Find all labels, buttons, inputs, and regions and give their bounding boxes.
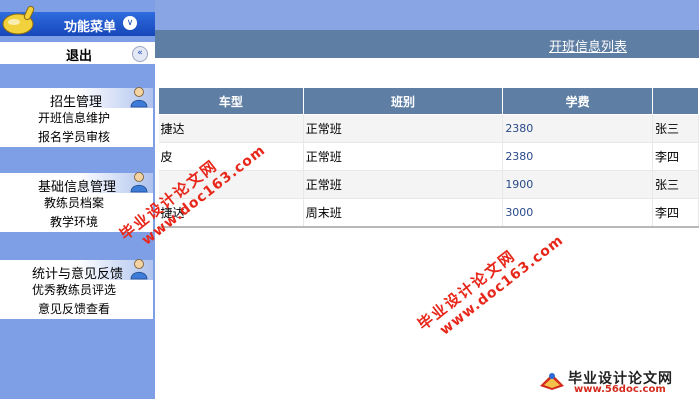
cell-tuition: 3000 [502, 198, 654, 227]
menu-group-enrollment: 招生管理 开班信息维护 报名学员审核 [0, 87, 153, 147]
group-title[interactable]: 基础信息管理 [38, 176, 116, 195]
cell-class-type: 周末班 [303, 198, 504, 227]
watermark: 毕业设计论文网 www.doc163.com [413, 216, 567, 347]
group-title[interactable]: 招生管理 [50, 91, 102, 110]
cell-tuition: 2380 [502, 114, 654, 143]
menu-item-label[interactable]: 报名学员审核 [38, 128, 110, 147]
menu-item-class-info[interactable]: 开班信息维护 [0, 109, 153, 128]
table-bottom-border [158, 226, 699, 228]
cell-class-type: 正常班 [303, 142, 504, 171]
menu-item-label[interactable]: 教学环境 [50, 213, 98, 232]
menu-title: 功能菜单 [64, 20, 117, 35]
page-title-bar: 开班信息列表 [155, 30, 699, 58]
table-header-row: 车型 班别 学费 [158, 87, 699, 115]
cell-class-type: 正常班 [303, 170, 504, 199]
menu-item-label[interactable]: 意见反馈查看 [38, 300, 110, 319]
column-header-extra [652, 87, 699, 115]
user-icon [130, 259, 148, 280]
cell-class-type: 正常班 [303, 114, 504, 143]
group-header-enrollment[interactable]: 招生管理 [0, 87, 153, 110]
sidebar: 功能菜单 ∨ 退出 « 招生管理 开班信息维护 报名学员审核 基础信息管理 教练… [0, 0, 155, 399]
menu-item-label[interactable]: 教练员档案 [44, 194, 104, 213]
book-logo-icon [540, 373, 564, 390]
cell-person: 李四 [652, 142, 699, 171]
cell-tuition: 1900 [502, 170, 654, 199]
cell-tuition: 2380 [502, 142, 654, 171]
hand-logo-icon [2, 5, 35, 35]
menu-item-feedback-view[interactable]: 意见反馈查看 [0, 300, 153, 319]
footer-site: www.56doc.com [574, 384, 666, 395]
column-header-car-type: 车型 [158, 87, 304, 115]
cell-person: 张三 [652, 170, 699, 199]
exit-button[interactable]: 退出 [66, 45, 92, 64]
watermark-text: 毕业设计论文网 [414, 246, 520, 334]
menu-item-label[interactable]: 优秀教练员评选 [32, 281, 116, 300]
cell-person: 李四 [652, 198, 699, 227]
cell-person: 张三 [652, 114, 699, 143]
collapse-left-icon[interactable]: « [132, 46, 148, 62]
table-row[interactable]: 捷达 周末班 3000 李四 [158, 198, 699, 227]
exit-row[interactable]: 退出 « [0, 42, 155, 64]
group-title[interactable]: 统计与意见反馈 [32, 263, 123, 282]
footer-logo: 毕业设计论文网 www.56doc.com [530, 366, 699, 399]
menu-item-enroll-review[interactable]: 报名学员审核 [0, 128, 153, 147]
column-header-tuition: 学费 [502, 87, 654, 115]
top-banner [155, 0, 699, 30]
chevron-down-icon[interactable]: ∨ [123, 16, 137, 30]
column-header-class-type: 班别 [302, 87, 504, 115]
menu-item-coach-rating[interactable]: 优秀教练员评选 [0, 281, 153, 300]
user-icon [130, 172, 148, 193]
group-header-stats-feedback[interactable]: 统计与意见反馈 [0, 259, 153, 282]
menu-item-label[interactable]: 开班信息维护 [38, 109, 110, 128]
page-title-link[interactable]: 开班信息列表 [549, 36, 627, 55]
group-header-basic-info[interactable]: 基础信息管理 [0, 172, 153, 195]
menu-group-stats-feedback: 统计与意见反馈 优秀教练员评选 意见反馈查看 [0, 259, 153, 319]
user-icon [130, 87, 148, 108]
menu-item-coach-archive[interactable]: 教练员档案 [0, 194, 153, 213]
menu-title-bar: 功能菜单 ∨ [0, 5, 155, 36]
